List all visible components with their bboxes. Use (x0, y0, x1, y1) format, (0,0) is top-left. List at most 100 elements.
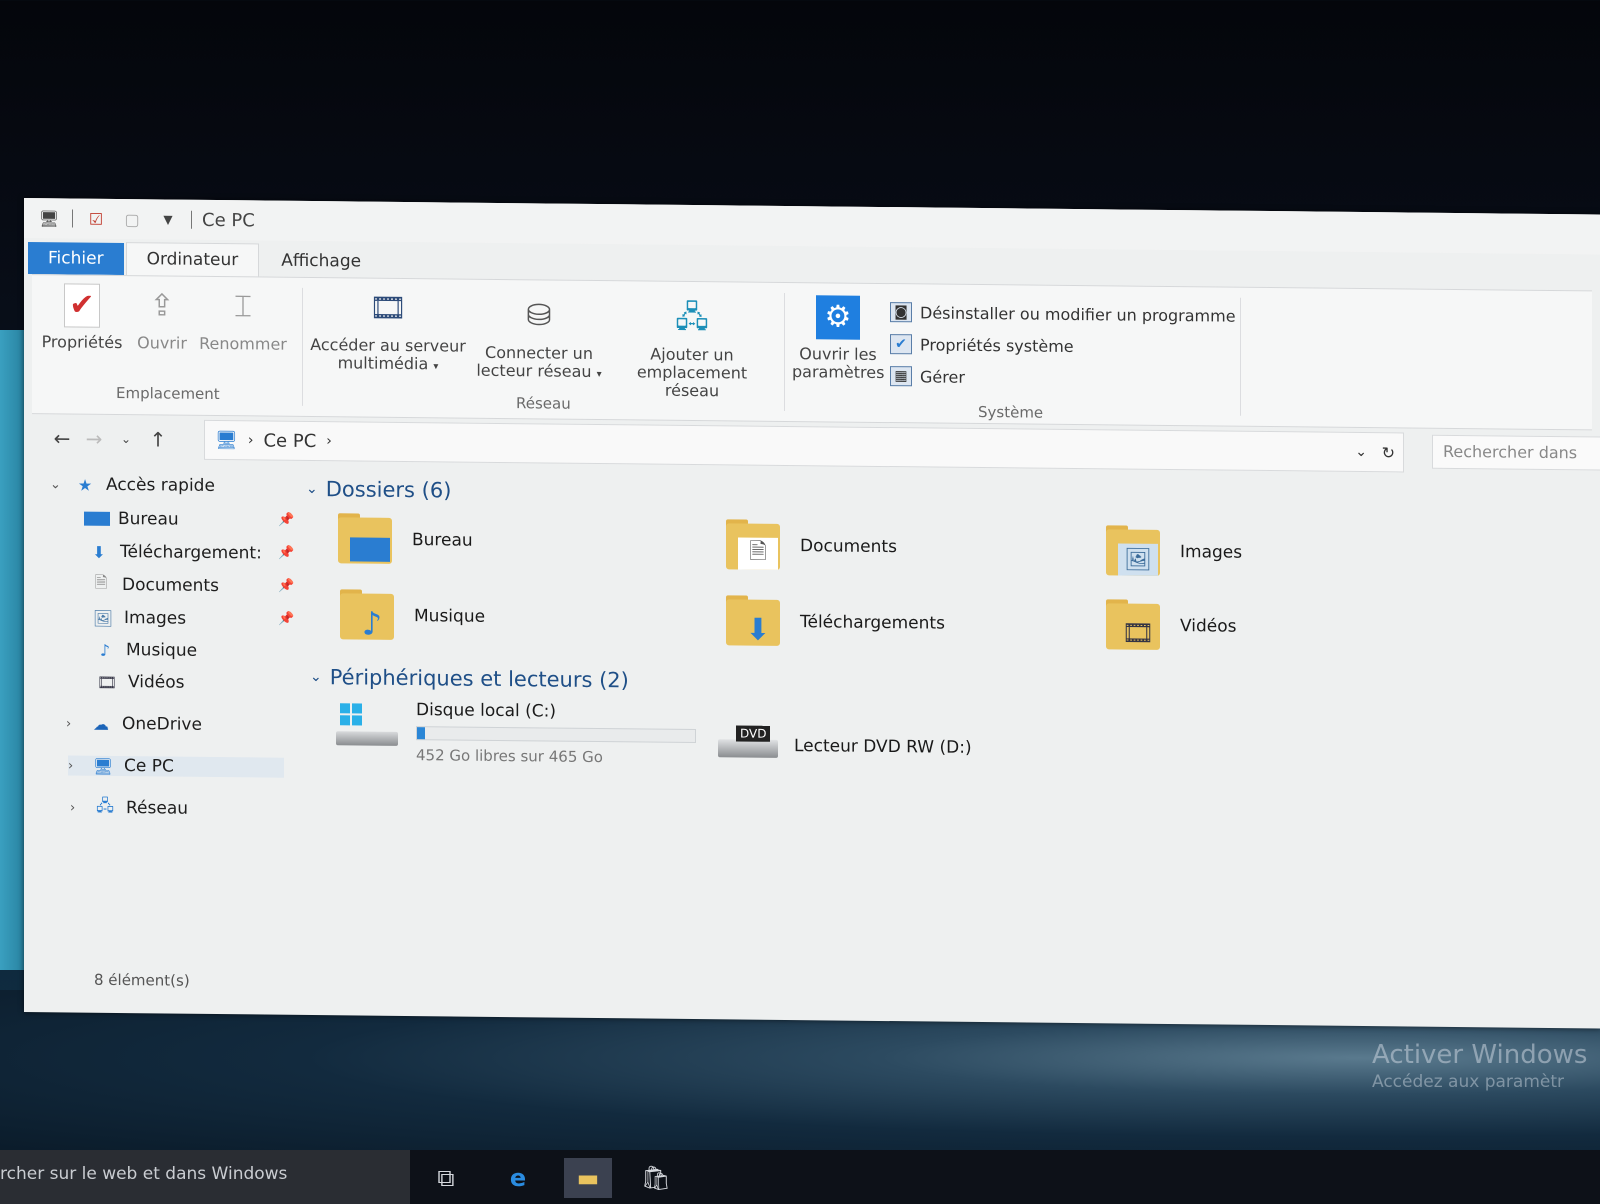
taskbar: rcher sur le web et dans Windows ⧉ e ▬ 🛍 (0, 1150, 1600, 1204)
nav-label: Musique (126, 640, 198, 661)
folder-musique[interactable]: ♪ Musique (336, 587, 485, 645)
new-folder-quick-icon[interactable]: ▢ (119, 208, 145, 230)
folder-images[interactable]: 🖼 Images (1102, 523, 1242, 580)
tab-fichier[interactable]: Fichier (28, 242, 124, 276)
open-settings-button[interactable]: ⚙ Ouvrir les paramètres (792, 295, 884, 382)
system-properties-button[interactable]: ✔ Propriétés système (890, 334, 1074, 356)
file-explorer-taskbar-icon[interactable]: ▬ (564, 1158, 612, 1198)
breadcrumb-chevron-icon[interactable]: › (326, 433, 332, 449)
breadcrumb-ce-pc[interactable]: Ce PC (263, 430, 316, 452)
up-arrow-icon[interactable]: ↑ (142, 427, 174, 451)
folder-documents[interactable]: 🗎 Documents (722, 517, 897, 575)
properties-button[interactable]: ✔ Propriétés (40, 283, 124, 352)
expand-chevron-icon[interactable]: › (68, 758, 82, 773)
dvd-drive-icon: DVD (714, 721, 778, 770)
drive-d[interactable]: DVD Lecteur DVD RW (D:) (714, 721, 972, 772)
collapse-chevron-icon[interactable]: ⌄ (310, 669, 322, 685)
add-location-label-1: Ajouter un (650, 344, 734, 365)
drive-c[interactable]: Disque local (C:) 452 Go libres sur 465 … (336, 699, 696, 767)
nav-label: Images (124, 608, 187, 629)
section-devices[interactable]: ⌄ Périphériques et lecteurs (2) (310, 665, 629, 692)
customize-quick-access-icon[interactable]: ▼ (155, 208, 181, 230)
divider (72, 209, 73, 228)
nav-bureau[interactable]: Bureau (84, 509, 179, 530)
desktop-icon (84, 511, 110, 526)
folder-telechargements[interactable]: ⬇ Téléchargements (722, 593, 945, 651)
taskbar-search-box[interactable]: rcher sur le web et dans Windows (0, 1150, 410, 1204)
folder-label: Musique (414, 606, 486, 627)
forward-arrow-icon[interactable]: → (78, 427, 110, 451)
collapse-chevron-icon[interactable]: ⌄ (306, 481, 318, 497)
divider (784, 292, 785, 411)
nav-musique[interactable]: ♪ Musique (92, 640, 197, 661)
nav-label: OneDrive (122, 714, 202, 735)
back-arrow-icon[interactable]: ← (46, 426, 78, 450)
ribbon: ✔ Propriétés ⇪ Ouvrir ⌶ Renommer Emplace… (32, 274, 1592, 431)
nav-label: Bureau (118, 508, 179, 530)
tab-affichage[interactable]: Affichage (261, 244, 381, 277)
windows-logo-icon (340, 703, 362, 726)
address-dropdown-icon[interactable]: ⌄ (1355, 444, 1367, 460)
file-explorer-window: 🖥 ☑ ▢ ▼ Ce PC Fichier Ordinateur Afficha… (24, 198, 1600, 1029)
expand-chevron-icon[interactable]: › (66, 716, 80, 731)
nav-quick-access[interactable]: ⌄ ★ Accès rapide (50, 474, 215, 496)
nav-onedrive[interactable]: › ☁ OneDrive (66, 713, 202, 735)
add-network-location-button[interactable]: 🖧 Ajouter un emplacement réseau (608, 295, 776, 401)
nav-ce-pc[interactable]: › 🖥 Ce PC (68, 755, 284, 778)
breadcrumb-chevron-icon[interactable]: › (248, 432, 254, 448)
manage-button[interactable]: ▦ Gérer (890, 366, 965, 387)
nav-telechargements[interactable]: ⬇ Téléchargement: (86, 542, 262, 563)
drive-d-name: Lecteur DVD RW (D:) (794, 736, 972, 758)
properties-quick-icon[interactable]: ☑ (83, 208, 109, 230)
task-view-icon[interactable]: ⧉ (422, 1158, 470, 1198)
computer-icon: 🖥 (92, 756, 114, 776)
group-label-emplacement: Emplacement (116, 383, 220, 404)
navigation-pane: ⌄ ★ Accès rapide Bureau 📌 ⬇ Téléchargeme… (44, 470, 294, 973)
folder-bureau[interactable]: Bureau (334, 511, 473, 568)
document-icon: 🗎 (94, 572, 108, 592)
map-network-drive-button[interactable]: ⛁ Connecter un lecteur réseau ▾ (472, 294, 606, 384)
pin-icon: 📌 (278, 578, 295, 594)
edge-browser-icon[interactable]: e (494, 1158, 542, 1198)
rename-button[interactable]: ⌶ Renommer (198, 285, 288, 354)
folder-label: Vidéos (1180, 616, 1237, 637)
nav-images[interactable]: 🖼 Images (90, 608, 186, 629)
music-note-icon: ♪ (99, 640, 111, 660)
nav-documents[interactable]: 🗎 Documents (88, 572, 219, 596)
uninstall-label: Désinstaller ou modifier un programme (920, 302, 1236, 326)
manage-label: Gérer (920, 366, 965, 387)
pictures-folder-icon: 🖼 (1102, 523, 1166, 580)
refresh-icon[interactable]: ↻ (1382, 443, 1395, 462)
address-bar[interactable]: 🖥 › Ce PC › ⌄ ↻ (204, 419, 1404, 473)
divider (302, 287, 303, 406)
store-icon[interactable]: 🛍 (632, 1158, 680, 1198)
media-server-label-1: Accéder au serveur (310, 334, 466, 356)
nav-reseau[interactable]: › 🖧 Réseau (70, 795, 188, 818)
folder-videos[interactable]: 🎞 Vidéos (1102, 597, 1237, 654)
folder-label: Bureau (412, 530, 473, 551)
gear-icon: ⚙ (816, 295, 860, 340)
add-location-label-2: emplacement réseau (636, 362, 748, 401)
recent-locations-chevron-icon[interactable]: ⌄ (110, 432, 142, 446)
media-server-label-2: multimédia (337, 353, 429, 374)
nav-videos[interactable]: 🎞 Vidéos (94, 672, 185, 693)
tab-ordinateur[interactable]: Ordinateur (125, 242, 260, 277)
search-input[interactable]: Rechercher dans (1432, 434, 1600, 471)
divider (1240, 297, 1241, 416)
pin-icon: 📌 (278, 512, 295, 528)
properties-label: Propriétés (41, 332, 123, 353)
expand-chevron-icon[interactable]: ⌄ (50, 477, 64, 492)
downloads-folder-icon: ⬇ (722, 593, 786, 650)
media-server-icon: 🎞 (368, 290, 408, 327)
computer-icon: 🖥 (215, 429, 238, 451)
star-icon: ★ (77, 475, 93, 495)
documents-folder-icon: 🗎 (722, 517, 786, 574)
expand-chevron-icon[interactable]: › (70, 800, 84, 815)
activation-watermark-title: Activer Windows (1372, 1040, 1588, 1070)
uninstall-program-button[interactable]: ◙ Désinstaller ou modifier un programme (890, 302, 1236, 326)
section-folders[interactable]: ⌄ Dossiers (6) (306, 477, 451, 502)
folder-label: Documents (800, 536, 897, 558)
drive-c-usage-fill (417, 727, 425, 740)
media-server-button[interactable]: 🎞 Accéder au serveur multimédia ▾ (308, 286, 468, 377)
open-button[interactable]: ⇪ Ouvrir (132, 284, 192, 353)
